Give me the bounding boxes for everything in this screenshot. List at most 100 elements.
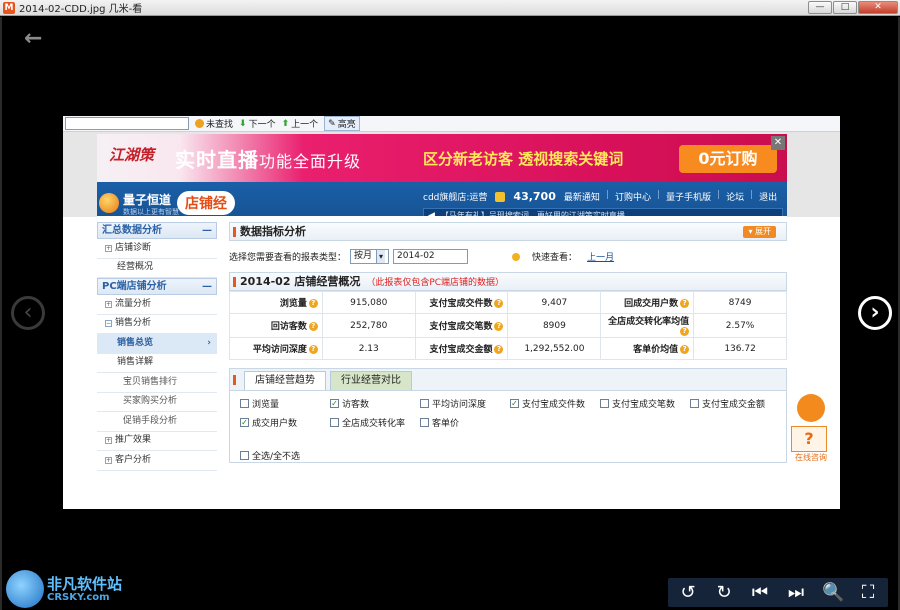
tab-store-trend[interactable]: 店铺经营趋势 <box>244 371 326 390</box>
sidebar-item-promo-analysis[interactable]: 促销手段分析 <box>97 412 217 432</box>
ad-order-button[interactable]: 0元订购 <box>679 145 777 173</box>
rotate-right-icon[interactable]: ↻ <box>714 582 734 603</box>
kpi-value: 136.72 <box>693 337 787 360</box>
online-help-widget[interactable]: ? 在线咨询 <box>791 394 831 466</box>
date-input[interactable]: 2014-02 <box>393 249 469 264</box>
down-arrow-icon: ⬇ <box>239 118 247 129</box>
ad-close-icon[interactable]: ✕ <box>771 136 785 150</box>
metric-checkbox-label: 平均访问深度 <box>432 400 487 410</box>
kpi-label: 支付宝成交金额? <box>414 337 509 360</box>
kpi-label: 回访客数? <box>229 313 323 338</box>
viewer-toolbar: ↺ ↻ ⏮ ⏭ 🔍 ⛶ <box>668 578 888 607</box>
rotate-left-icon[interactable]: ↺ <box>678 582 698 603</box>
watermark-name: 非凡软件站 <box>47 574 123 593</box>
overview-note: （此报表仅包含PC端店铺的数据） <box>366 278 505 288</box>
next-image-button[interactable]: › <box>858 296 892 330</box>
sidebar-item-traffic[interactable]: + 流量分析 <box>97 295 217 315</box>
displayed-image: 未查找 ⬇ 下一个 ⬆ 上一个 ✎ 高亮 江湖策 实时直播功能全面升级 区分新老访客 … <box>63 116 840 509</box>
metric-checkbox-item[interactable]: 浏览量 <box>240 397 330 410</box>
maximize-button[interactable]: □ <box>833 1 857 14</box>
sidebar-group-pc[interactable]: PC端店铺分析 — <box>97 278 217 295</box>
unchecked-checkbox[interactable] <box>420 399 429 408</box>
find-previous-button[interactable]: ⬆ 上一个 <box>282 117 319 131</box>
previous-month-link[interactable]: 上一月 <box>587 250 614 263</box>
sidebar-item-product-rank[interactable]: 宝贝销售排行 <box>97 373 217 393</box>
help-icon: ? <box>308 299 318 308</box>
expand-button[interactable]: ▾ 展开 <box>743 226 776 238</box>
metric-checkboxes: 浏览量 ✓ 访客数 平均访问深度 ✓ 支付宝成交件数 支付宝成交笔数 支付宝成交金额 ✓ 成交用户… <box>230 391 786 429</box>
highlight-button[interactable]: ✎ 高亮 <box>324 116 360 131</box>
kpi-value: 252,780 <box>321 313 416 338</box>
checked-checkbox[interactable]: ✓ <box>510 399 519 408</box>
metric-checkbox-item[interactable]: ✓ 访客数 <box>330 397 420 410</box>
select-all[interactable]: 全选/全不选 <box>240 449 786 462</box>
metric-checkbox-label: 访客数 <box>342 400 370 410</box>
period-select[interactable]: 按月 ▾ <box>350 249 390 264</box>
kpi-label: 支付宝成交笔数? <box>414 313 509 338</box>
online-help-label: 在线咨询 <box>795 453 827 462</box>
help-icon: ? <box>308 345 318 354</box>
metric-checkbox-item[interactable]: 全店成交转化率 <box>330 416 420 429</box>
help-icon: ? <box>494 299 504 308</box>
sidebar-item-promotion[interactable]: + 推广效果 <box>97 432 217 451</box>
sidebar-item-sales-detail[interactable]: 销售详解 <box>97 354 217 373</box>
metric-checkbox-item[interactable]: 平均访问深度 <box>420 397 510 410</box>
sidebar-group-summary[interactable]: 汇总数据分析 — <box>97 222 217 239</box>
collapse-icon: − <box>105 320 112 328</box>
metric-checkbox-label: 客单价 <box>432 419 460 429</box>
metric-checkbox-item[interactable]: 支付宝成交金额 <box>690 397 790 410</box>
fit-screen-icon[interactable]: ⛶ <box>858 582 878 603</box>
sidebar-item-customers[interactable]: + 客户分析 <box>97 451 217 471</box>
close-button[interactable]: ✕ <box>858 1 898 14</box>
sidebar-item-overview[interactable]: 经营概况 <box>97 259 217 278</box>
selector-label: 选择您需要查看的报表类型： <box>229 253 347 263</box>
table-row: 浏览量? 915,080 支付宝成交件数? 9,407 回成交用户数? 8749 <box>229 291 787 314</box>
help-icon: ? <box>308 322 318 331</box>
sidebar-item-sales-overview[interactable]: 销售总览 › <box>97 334 217 354</box>
shop-info: cdd旗舰店:运营 43,700 最新通知 | 订购中心 | 量子手机版 | 论坛 | … <box>423 190 777 203</box>
kpi-value: 915,080 <box>321 291 416 314</box>
sidebar-item-sales[interactable]: − 销售分析 <box>97 315 217 334</box>
help-icon: ? <box>680 345 690 354</box>
find-next-button[interactable]: ⬇ 下一个 <box>239 117 276 131</box>
metric-checkbox-item[interactable]: 客单价 <box>420 416 510 429</box>
brand-name: 量子恒道 <box>123 193 172 207</box>
unchecked-checkbox[interactable] <box>240 399 249 408</box>
zoom-icon[interactable]: 🔍 <box>822 582 844 603</box>
sidebar-item-buyer-analysis[interactable]: 买家购买分析 <box>97 393 217 412</box>
ad-banner[interactable]: 江湖策 实时直播功能全面升级 区分新老访客 透视搜索关键词 0元订购 ✕ <box>97 134 787 182</box>
metric-checkbox-item[interactable]: ✓ 支付宝成交件数 <box>510 397 600 410</box>
minimize-button[interactable]: — <box>808 1 832 14</box>
select-all-checkbox[interactable] <box>240 451 249 460</box>
previous-image-button[interactable]: ‹ <box>11 296 45 330</box>
metric-checkbox-label: 支付宝成交笔数 <box>612 400 676 410</box>
first-image-icon[interactable]: ⏮ <box>750 582 770 603</box>
trend-tabs: 店铺经营趋势 行业经营对比 <box>230 369 786 391</box>
unchecked-checkbox[interactable] <box>420 418 429 427</box>
link-mobile[interactable]: 量子手机版 <box>666 190 711 203</box>
watermark-logo-icon <box>6 570 44 608</box>
site-watermark: 非凡软件站 CRSKY.com <box>6 570 122 608</box>
find-button[interactable]: 未查找 <box>195 117 233 130</box>
metric-checkbox-item[interactable]: 支付宝成交笔数 <box>600 397 690 410</box>
shop-name: cdd旗舰店:运营 <box>423 193 488 203</box>
link-notice[interactable]: 最新通知 <box>564 190 600 203</box>
tab-industry-compare[interactable]: 行业经营对比 <box>330 371 412 390</box>
expand-icon: + <box>105 244 112 252</box>
help-icon: ? <box>494 322 504 331</box>
unchecked-checkbox[interactable] <box>330 418 339 427</box>
link-logout[interactable]: 退出 <box>759 190 777 203</box>
link-order-center[interactable]: 订购中心 <box>615 190 651 203</box>
checked-checkbox[interactable]: ✓ <box>240 418 249 427</box>
last-image-icon[interactable]: ⏭ <box>786 582 806 603</box>
link-forum[interactable]: 论坛 <box>726 190 744 203</box>
checked-checkbox[interactable]: ✓ <box>330 399 339 408</box>
kpi-value: 9,407 <box>507 291 602 314</box>
unchecked-checkbox[interactable] <box>690 399 699 408</box>
find-input[interactable] <box>65 117 189 130</box>
unchecked-checkbox[interactable] <box>600 399 609 408</box>
back-arrow-icon[interactable]: ← <box>24 26 42 51</box>
metric-checkbox-item[interactable]: ✓ 成交用户数 <box>240 416 330 429</box>
sidebar-item-diagnosis[interactable]: + 店铺诊断 <box>97 239 217 259</box>
table-row: 回访客数? 252,780 支付宝成交笔数? 8909 全店成交转化率均值? 2… <box>229 313 787 338</box>
